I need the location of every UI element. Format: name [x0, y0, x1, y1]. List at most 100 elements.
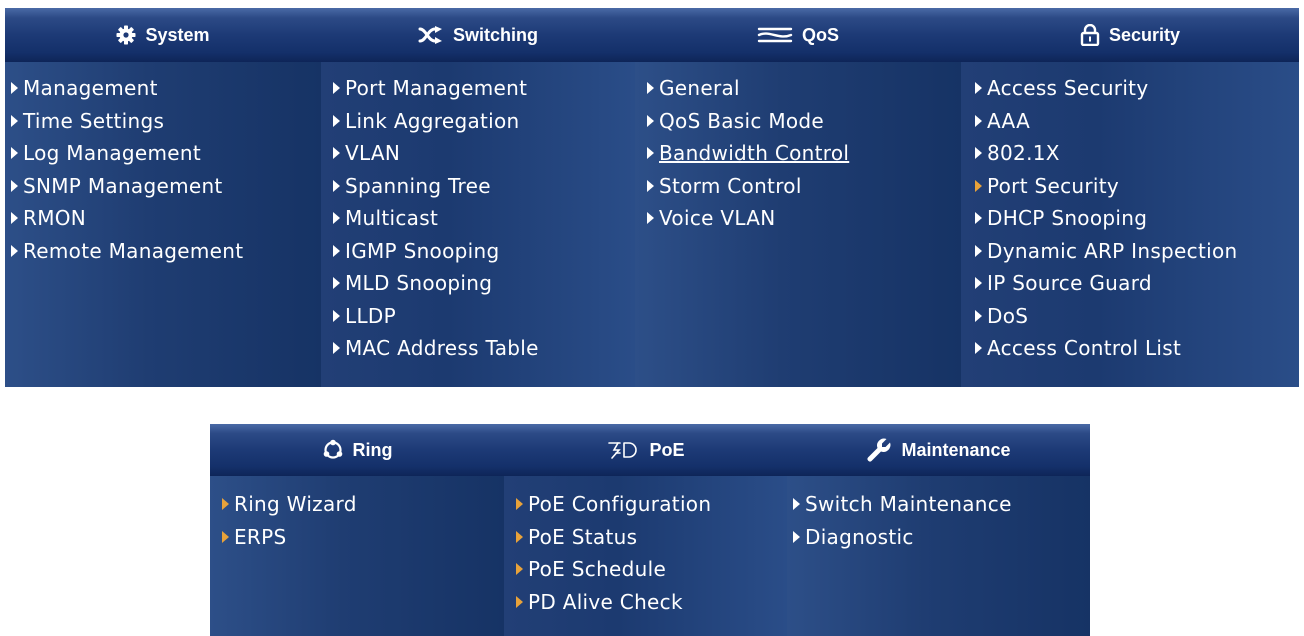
arrow-right-icon: [516, 530, 523, 543]
menu-item-access-security[interactable]: Access Security: [975, 72, 1299, 105]
arrow-right-icon: [333, 212, 340, 225]
menu-item-dynamic-arp-inspection[interactable]: Dynamic ARP Inspection: [975, 235, 1299, 268]
menu-item-vlan[interactable]: VLAN: [333, 137, 635, 170]
menu-item-snmp-management[interactable]: SNMP Management: [11, 170, 321, 203]
menu-item-access-control-list[interactable]: Access Control List: [975, 332, 1299, 365]
arrow-right-icon: [333, 277, 340, 290]
menu-item-mld-snooping[interactable]: MLD Snooping: [333, 267, 635, 300]
arrow-right-icon: [647, 212, 654, 225]
menu-item-poe-status[interactable]: PoE Status: [516, 521, 787, 554]
menu-item-aaa[interactable]: AAA: [975, 105, 1299, 138]
menu-item-erps[interactable]: ERPS: [222, 521, 504, 554]
arrow-right-icon: [11, 147, 18, 160]
menu-item-poe-configuration[interactable]: PoE Configuration: [516, 488, 787, 521]
padlock-icon: [1080, 24, 1100, 46]
arrow-right-icon: [975, 309, 982, 322]
menu-header-ring[interactable]: Ring: [210, 424, 504, 476]
menu-list-maintenance: Switch Maintenance Diagnostic: [787, 476, 1090, 636]
menu-item-remote-management[interactable]: Remote Management: [11, 235, 321, 268]
arrow-right-icon: [975, 212, 982, 225]
arrow-right-icon: [975, 244, 982, 257]
arrow-right-icon: [647, 179, 654, 192]
bottom-menu-bar: Ring Ring Wizard ERPS PoE PoE Configurat…: [210, 424, 1090, 636]
arrow-right-icon: [11, 212, 18, 225]
menu-title-poe: PoE: [649, 439, 685, 460]
menu-item-switch-maintenance[interactable]: Switch Maintenance: [793, 488, 1090, 521]
arrow-right-icon: [975, 342, 982, 355]
menu-title-system: System: [145, 24, 210, 45]
menu-item-rmon[interactable]: RMON: [11, 202, 321, 235]
arrow-right-icon: [222, 498, 229, 511]
menu-item-log-management[interactable]: Log Management: [11, 137, 321, 170]
arrow-right-icon: [222, 530, 229, 543]
menu-header-system[interactable]: System: [5, 8, 321, 62]
menu-title-ring: Ring: [352, 439, 393, 460]
menu-title-maintenance: Maintenance: [901, 439, 1011, 460]
menu-item-lldp[interactable]: LLDP: [333, 300, 635, 333]
menu-title-security: Security: [1108, 24, 1181, 45]
menu-item-storm-control[interactable]: Storm Control: [647, 170, 961, 203]
menu-item-spanning-tree[interactable]: Spanning Tree: [333, 170, 635, 203]
qos-lines-icon: [757, 26, 793, 44]
menu-item-qos-basic-mode[interactable]: QoS Basic Mode: [647, 105, 961, 138]
menu-list-system: Management Time Settings Log Management …: [5, 62, 321, 387]
wrench-icon: [866, 437, 892, 463]
poe-plug-icon: [606, 440, 640, 460]
menu-item-ring-wizard[interactable]: Ring Wizard: [222, 488, 504, 521]
menu-item-port-security[interactable]: Port Security: [975, 170, 1299, 203]
menu-item-time-settings[interactable]: Time Settings: [11, 105, 321, 138]
menu-item-802-1x[interactable]: 802.1X: [975, 137, 1299, 170]
menu-item-pd-alive-check[interactable]: PD Alive Check: [516, 586, 787, 619]
menu-item-dos[interactable]: DoS: [975, 300, 1299, 333]
menu-item-poe-schedule[interactable]: PoE Schedule: [516, 553, 787, 586]
arrow-right-icon: [975, 147, 982, 160]
arrow-right-icon: [333, 147, 340, 160]
menu-list-poe: PoE Configuration PoE Status PoE Schedul…: [504, 476, 787, 636]
menu-header-qos[interactable]: QoS: [635, 8, 961, 62]
arrow-right-icon: [975, 82, 982, 95]
arrow-right-icon: [516, 498, 523, 511]
arrow-right-icon: [975, 114, 982, 127]
arrow-right-icon: [516, 595, 523, 608]
menu-item-link-aggregation[interactable]: Link Aggregation: [333, 105, 635, 138]
menu-column-qos: QoS General QoS Basic Mode Bandwidth Con…: [635, 8, 961, 387]
arrow-right-icon: [11, 114, 18, 127]
menu-title-qos: QoS: [801, 24, 839, 45]
menu-column-ring: Ring Ring Wizard ERPS: [210, 424, 504, 636]
arrow-right-icon: [333, 309, 340, 322]
ring-icon: [322, 439, 344, 461]
menu-item-port-management[interactable]: Port Management: [333, 72, 635, 105]
menu-item-diagnostic[interactable]: Diagnostic: [793, 521, 1090, 554]
menu-item-dhcp-snooping[interactable]: DHCP Snooping: [975, 202, 1299, 235]
menu-item-igmp-snooping[interactable]: IGMP Snooping: [333, 235, 635, 268]
menu-column-maintenance: Maintenance Switch Maintenance Diagnosti…: [787, 424, 1090, 636]
arrow-right-icon: [333, 82, 340, 95]
menu-item-management[interactable]: Management: [11, 72, 321, 105]
menu-column-security: Security Access Security AAA 802.1X Port…: [961, 8, 1299, 387]
menu-list-switching: Port Management Link Aggregation VLAN Sp…: [321, 62, 635, 387]
top-menu-bar: System Management Time Settings Log Mana…: [5, 8, 1299, 387]
menu-item-ip-source-guard[interactable]: IP Source Guard: [975, 267, 1299, 300]
menu-column-switching: Switching Port Management Link Aggregati…: [321, 8, 635, 387]
menu-item-mac-address-table[interactable]: MAC Address Table: [333, 332, 635, 365]
menu-list-ring: Ring Wizard ERPS: [210, 476, 504, 636]
arrow-right-icon: [793, 498, 800, 511]
menu-item-multicast[interactable]: Multicast: [333, 202, 635, 235]
arrow-right-icon: [647, 114, 654, 127]
arrow-right-icon: [647, 82, 654, 95]
menu-header-poe[interactable]: PoE: [504, 424, 787, 476]
menu-header-security[interactable]: Security: [961, 8, 1299, 62]
menu-column-poe: PoE PoE Configuration PoE Status PoE Sch…: [504, 424, 787, 636]
menu-item-general[interactable]: General: [647, 72, 961, 105]
switching-arrows-icon: [418, 26, 444, 44]
arrow-right-icon: [975, 179, 982, 192]
menu-title-switching: Switching: [453, 24, 538, 45]
menu-item-voice-vlan[interactable]: Voice VLAN: [647, 202, 961, 235]
arrow-right-icon: [11, 82, 18, 95]
menu-header-switching[interactable]: Switching: [321, 8, 635, 62]
arrow-right-icon: [333, 342, 340, 355]
arrow-right-icon: [11, 179, 18, 192]
arrow-right-icon: [11, 244, 18, 257]
menu-item-bandwidth-control[interactable]: Bandwidth Control: [647, 137, 961, 170]
menu-header-maintenance[interactable]: Maintenance: [787, 424, 1090, 476]
